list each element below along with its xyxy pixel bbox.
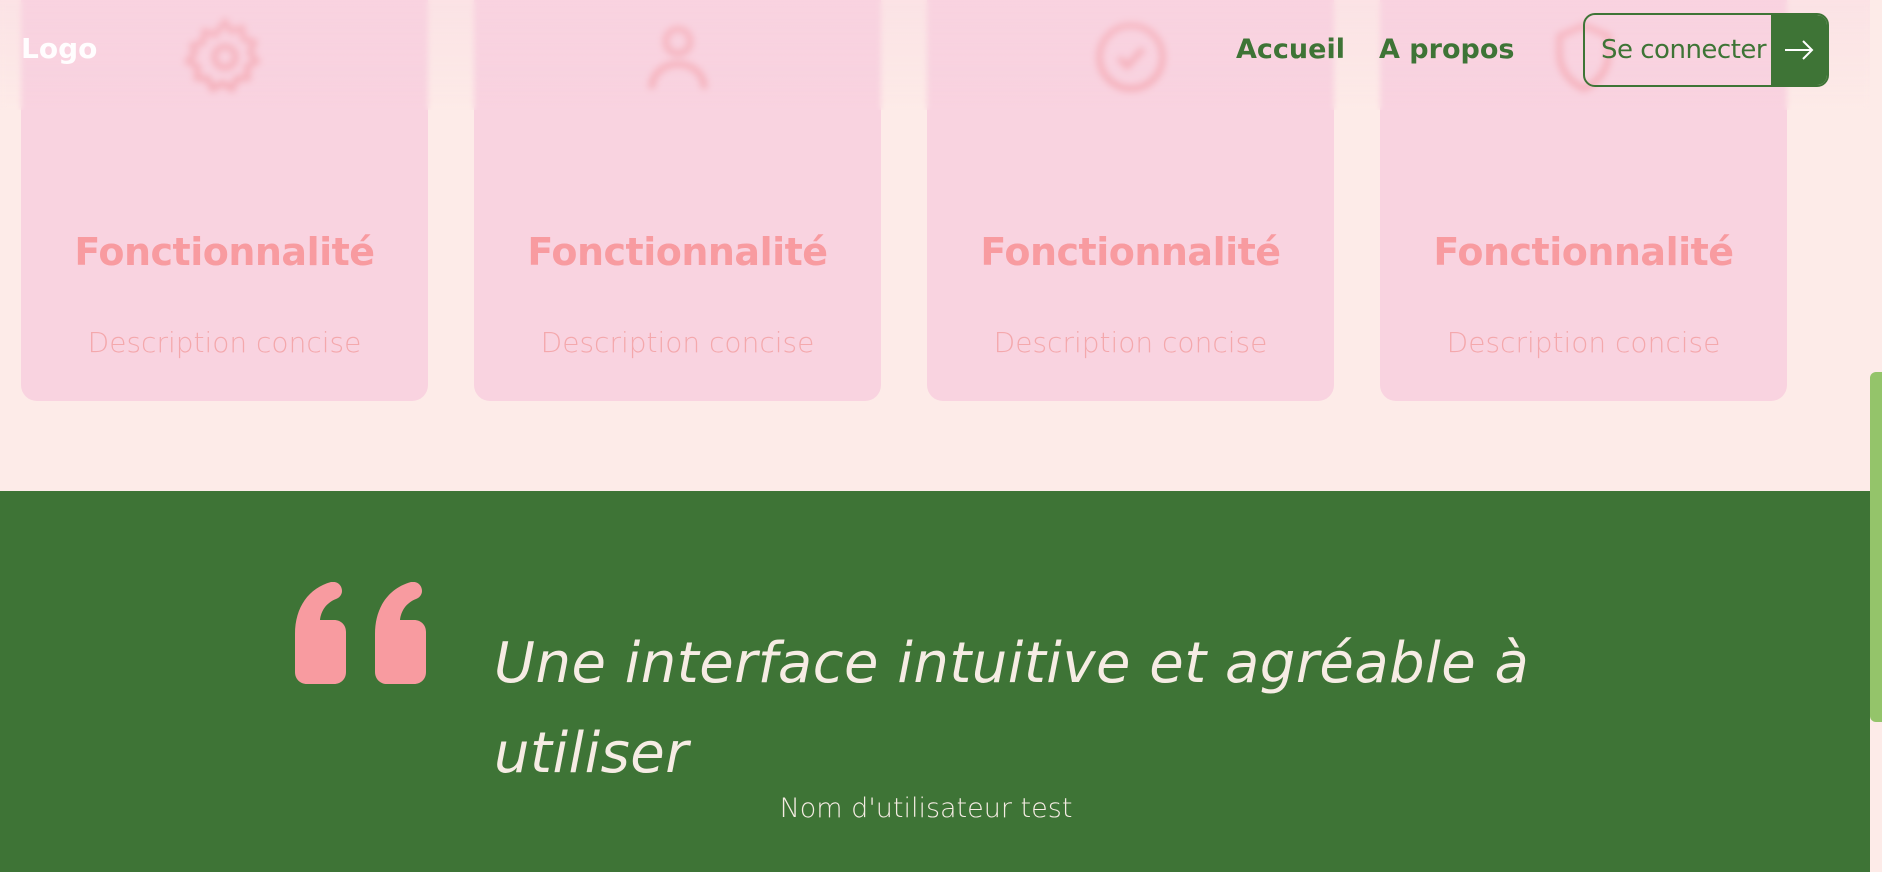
login-button[interactable]: Se connecter [1583, 13, 1829, 87]
feature-description: Description concise [1446, 326, 1721, 359]
testimonial-quote: Une interface intuitive et agréable à ut… [494, 631, 1530, 786]
feature-title: Fonctionnalité [74, 230, 375, 274]
feature-card: Fonctionnalité Description concise [474, 0, 881, 401]
gear-icon [183, 16, 261, 93]
feature-description: Description concise [993, 326, 1268, 359]
feature-title: Fonctionnalité [980, 230, 1281, 274]
quote-icon [295, 582, 426, 684]
logo[interactable]: Logo [21, 32, 97, 65]
arrow-right-icon [1771, 15, 1827, 85]
nav-link-a-propos[interactable]: A propos [1379, 34, 1514, 65]
nav-link-accueil[interactable]: Accueil [1236, 34, 1345, 65]
feature-title: Fonctionnalité [527, 230, 828, 274]
features-grid: Fonctionnalité Description concise Fonct… [21, 0, 1787, 401]
testimonial-author: Nom d'utilisateur test [779, 793, 1073, 824]
login-button-label: Se connecter [1601, 35, 1767, 65]
testimonial-section: Une interface intuitive et agréable à ut… [0, 491, 1870, 872]
check-circle-icon [1095, 22, 1166, 92]
page: Fonctionnalité Description concise Fonct… [0, 0, 1870, 872]
user-icon [648, 25, 707, 89]
feature-title: Fonctionnalité [1433, 230, 1734, 274]
scrollbar-thumb[interactable] [1870, 372, 1882, 722]
feature-description: Description concise [87, 326, 362, 359]
feature-description: Description concise [540, 326, 815, 359]
scrollbar[interactable] [1870, 0, 1882, 872]
